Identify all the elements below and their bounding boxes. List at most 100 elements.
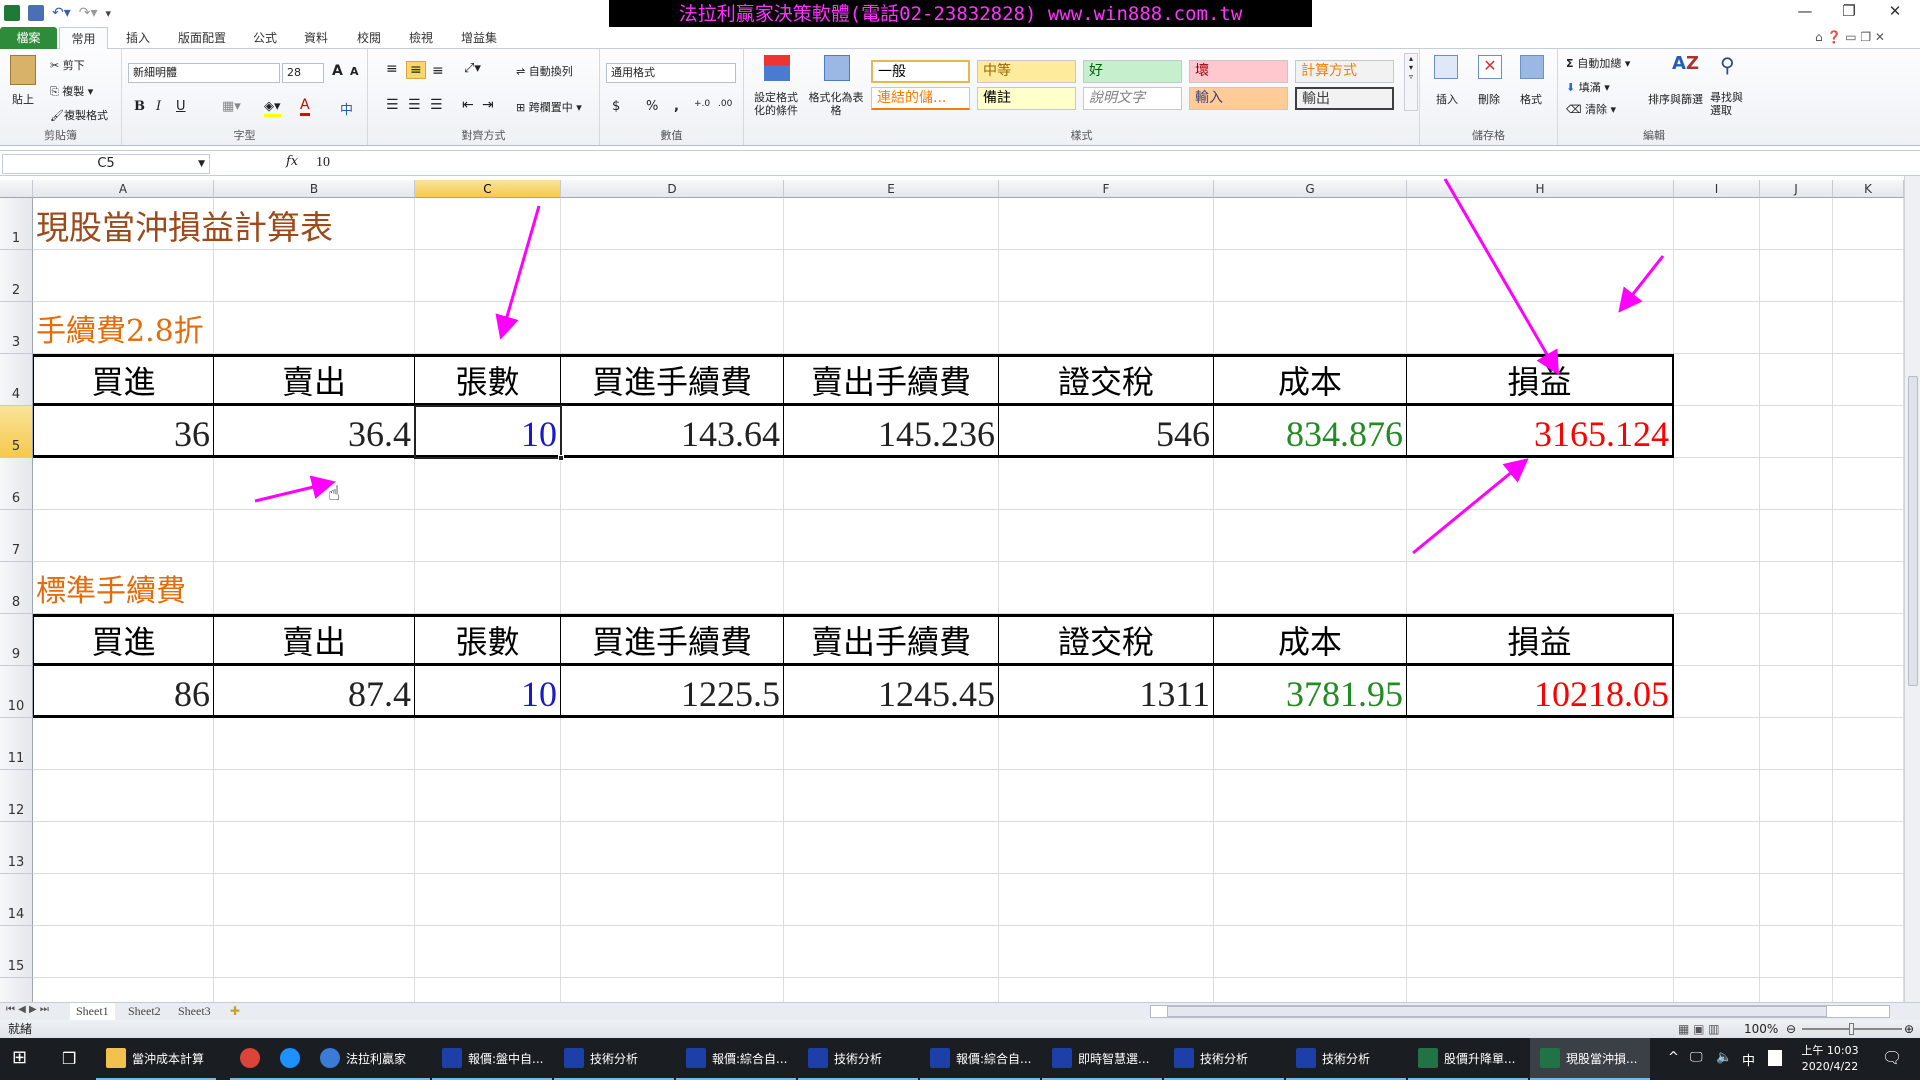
currency-button[interactable]: $ — [612, 99, 620, 114]
cell-C5[interactable]: 10 — [415, 406, 561, 458]
fill-button[interactable]: ⬇ 填滿 ▾ — [1566, 79, 1610, 95]
taskbar-item[interactable]: 當沖成本計算 — [96, 1038, 216, 1080]
cell-E7[interactable] — [784, 510, 999, 562]
zoom-slider-thumb[interactable] — [1849, 1023, 1854, 1035]
close-button[interactable]: ✕ — [1880, 2, 1910, 20]
cell-K2[interactable] — [1833, 250, 1904, 302]
merge-center-button[interactable]: ⊞ 跨欄置中 ▾ — [516, 99, 582, 115]
insert-function-button[interactable]: fx — [286, 154, 298, 169]
bold-button[interactable]: B — [134, 99, 145, 114]
cell-F14[interactable] — [999, 874, 1214, 926]
cell-I15[interactable] — [1674, 926, 1760, 978]
cell-D1[interactable] — [561, 198, 784, 250]
cell-J15[interactable] — [1760, 926, 1833, 978]
cell-style-0[interactable]: 一般 — [871, 60, 970, 83]
cell-C6[interactable] — [415, 458, 561, 510]
cell-G14[interactable] — [1214, 874, 1407, 926]
cell-F16[interactable] — [999, 978, 1214, 1002]
cell-K13[interactable] — [1833, 822, 1904, 874]
cell-D13[interactable] — [561, 822, 784, 874]
cell-B11[interactable] — [214, 718, 415, 770]
cell-style-4[interactable]: 計算方式 — [1295, 60, 1394, 83]
cell-I16[interactable] — [1674, 978, 1760, 1002]
cell-I7[interactable] — [1674, 510, 1760, 562]
row-header-5[interactable]: 5 — [0, 406, 33, 458]
row-header-4[interactable]: 4 — [0, 354, 33, 406]
row-header-9[interactable]: 9 — [0, 614, 33, 666]
taskbar-item[interactable]: 報價:盤中自... — [432, 1038, 552, 1080]
cell-I6[interactable] — [1674, 458, 1760, 510]
cell-C12[interactable] — [415, 770, 561, 822]
cell-J7[interactable] — [1760, 510, 1833, 562]
fill-handle[interactable] — [558, 455, 564, 461]
cell-G7[interactable] — [1214, 510, 1407, 562]
zoom-out-button[interactable]: ⊖ — [1786, 1020, 1796, 1038]
row-header-2[interactable]: 2 — [0, 250, 33, 302]
tab-home[interactable]: 常用 — [59, 27, 108, 50]
cell-J10[interactable] — [1760, 666, 1833, 718]
taskbar-item[interactable]: 技術分析 — [798, 1038, 918, 1080]
cell-F9[interactable]: 證交稅 — [999, 614, 1214, 666]
number-format-select[interactable]: 通用格式 — [606, 63, 736, 83]
cell-B7[interactable] — [214, 510, 415, 562]
zoom-in-button[interactable]: ⊕ — [1904, 1020, 1914, 1038]
row-header-6[interactable]: 6 — [0, 458, 33, 510]
taskbar-item[interactable] — [230, 1038, 270, 1080]
cell-I11[interactable] — [1674, 718, 1760, 770]
zoom-slider[interactable] — [1802, 1023, 1902, 1035]
cell-A9[interactable]: 買進 — [33, 614, 214, 666]
paste-button[interactable]: 貼上 — [12, 91, 34, 107]
cell-K6[interactable] — [1833, 458, 1904, 510]
cell-B8[interactable] — [214, 562, 415, 614]
task-view-button[interactable]: ❒ — [62, 1049, 76, 1068]
cell-B16[interactable] — [214, 978, 415, 1002]
font-name-select[interactable]: 新細明體 — [128, 63, 280, 83]
cell-G2[interactable] — [1214, 250, 1407, 302]
font-color-button[interactable]: A — [300, 97, 310, 116]
taskbar-item[interactable]: 現股當沖損... — [1530, 1038, 1650, 1080]
align-middle-icon[interactable]: ≡ — [406, 61, 426, 79]
taskbar-item[interactable]: 股價升降單... — [1408, 1038, 1528, 1080]
column-header-D[interactable]: D — [561, 180, 784, 198]
decrease-indent-icon[interactable]: ⇤ — [462, 97, 474, 113]
cell-A8[interactable]: 標準手續費 — [33, 562, 214, 614]
tab-data[interactable]: 資料 — [296, 27, 336, 49]
cell-G15[interactable] — [1214, 926, 1407, 978]
volume-icon[interactable]: 🔈 — [1716, 1050, 1732, 1065]
increase-decimal-button[interactable]: +.0 — [694, 99, 710, 109]
clock-time[interactable]: 上午 10:03 — [1800, 1042, 1860, 1058]
find-select-button[interactable]: 尋找與選取 — [1710, 91, 1746, 117]
row-header-14[interactable]: 14 — [0, 874, 33, 926]
formula-input[interactable]: 10 — [316, 155, 330, 171]
cell-F11[interactable] — [999, 718, 1214, 770]
cell-E9[interactable]: 賣出手續費 — [784, 614, 999, 666]
cell-B6[interactable] — [214, 458, 415, 510]
cell-F8[interactable] — [999, 562, 1214, 614]
cell-I4[interactable] — [1674, 354, 1760, 406]
cell-A2[interactable] — [33, 250, 214, 302]
cell-C9[interactable]: 張數 — [415, 614, 561, 666]
cell-E8[interactable] — [784, 562, 999, 614]
sheet-nav-icon[interactable]: ⏮ ◀ ▶ ⏭ — [6, 1004, 49, 1015]
cell-K3[interactable] — [1833, 302, 1904, 354]
cell-C13[interactable] — [415, 822, 561, 874]
cell-K14[interactable] — [1833, 874, 1904, 926]
cell-A12[interactable] — [33, 770, 214, 822]
cell-C8[interactable] — [415, 562, 561, 614]
cell-G3[interactable] — [1214, 302, 1407, 354]
sheet-tab-sheet3[interactable]: Sheet3 — [172, 1003, 217, 1020]
cell-D8[interactable] — [561, 562, 784, 614]
taskbar-item[interactable]: 技術分析 — [1164, 1038, 1284, 1080]
zoom-level[interactable]: 100% — [1744, 1020, 1778, 1038]
cell-K11[interactable] — [1833, 718, 1904, 770]
taskbar-item[interactable]: 法拉利贏家 — [310, 1038, 430, 1080]
row-header-16[interactable]: 16 — [0, 978, 33, 1002]
cell-E12[interactable] — [784, 770, 999, 822]
horizontal-scrollbar[interactable] — [1150, 1005, 1890, 1018]
cell-E4[interactable]: 賣出手續費 — [784, 354, 999, 406]
network-icon[interactable]: 🖵 — [1690, 1050, 1703, 1065]
cell-D11[interactable] — [561, 718, 784, 770]
cell-G12[interactable] — [1214, 770, 1407, 822]
cell-E6[interactable] — [784, 458, 999, 510]
orientation-icon[interactable]: ⤢▾ — [464, 61, 481, 76]
